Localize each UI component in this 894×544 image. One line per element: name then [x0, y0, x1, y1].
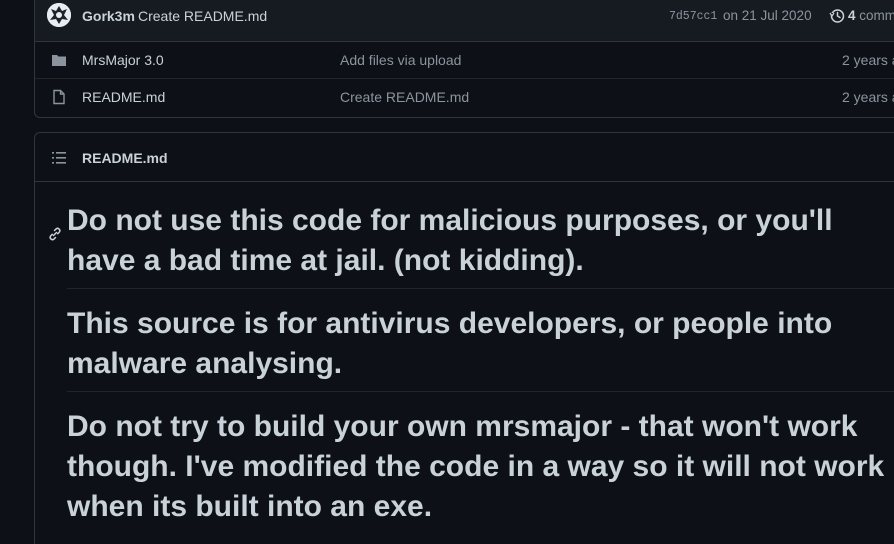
- readme-header: README.md: [35, 133, 894, 182]
- readme-panel: README.md Do not use this code for malic…: [34, 132, 894, 544]
- file-row[interactable]: README.md Create README.md 2 years a: [35, 79, 894, 115]
- file-commit-link[interactable]: Add files via upload: [340, 52, 461, 68]
- readme-heading-text: This source is for antivirus developers,…: [67, 307, 833, 380]
- file-age: 2 years a: [842, 89, 894, 105]
- file-name-link[interactable]: README.md: [82, 89, 165, 105]
- readme-heading: Do not use this code for malicious purpo…: [49, 201, 894, 289]
- readme-title-link[interactable]: README.md: [82, 150, 168, 166]
- latest-commit-bar: Gork3m Create README.md 7d57cc1 on 21 Ju…: [35, 0, 894, 42]
- file-name-link[interactable]: MrsMajor 3.0: [82, 52, 164, 68]
- commit-message-link[interactable]: Create README.md: [138, 8, 267, 24]
- commit-date: on 21 Jul 2020: [723, 8, 812, 23]
- commit-count: 4: [848, 8, 856, 23]
- commit-count-label: comm: [859, 8, 894, 23]
- readme-content: Do not use this code for malicious purpo…: [49, 201, 894, 544]
- avatar[interactable]: [47, 3, 71, 27]
- file-icon: [51, 89, 67, 105]
- link-icon[interactable]: [47, 213, 63, 241]
- readme-heading: Do not try to build your own mrsmajor - …: [67, 407, 894, 534]
- readme-heading-text: Do not use this code for malicious purpo…: [67, 204, 833, 277]
- commit-sha-link[interactable]: 7d57cc1: [669, 10, 717, 23]
- list-icon[interactable]: [51, 150, 67, 166]
- readme-heading-text: Do not try to build your own mrsmajor - …: [67, 410, 885, 523]
- file-age: 2 years a: [842, 52, 894, 68]
- folder-icon: [51, 52, 67, 68]
- history-icon[interactable]: [829, 8, 845, 24]
- file-row[interactable]: MrsMajor 3.0 Add files via upload 2 year…: [35, 42, 894, 79]
- commit-author-link[interactable]: Gork3m: [82, 8, 135, 24]
- readme-heading: This source is for antivirus developers,…: [67, 304, 894, 392]
- file-browser: Gork3m Create README.md 7d57cc1 on 21 Ju…: [34, 0, 894, 118]
- repository-page: Gork3m Create README.md 7d57cc1 on 21 Ju…: [0, 0, 894, 544]
- commit-count-link[interactable]: 4 comm: [848, 8, 894, 23]
- file-commit-link[interactable]: Create README.md: [340, 89, 469, 105]
